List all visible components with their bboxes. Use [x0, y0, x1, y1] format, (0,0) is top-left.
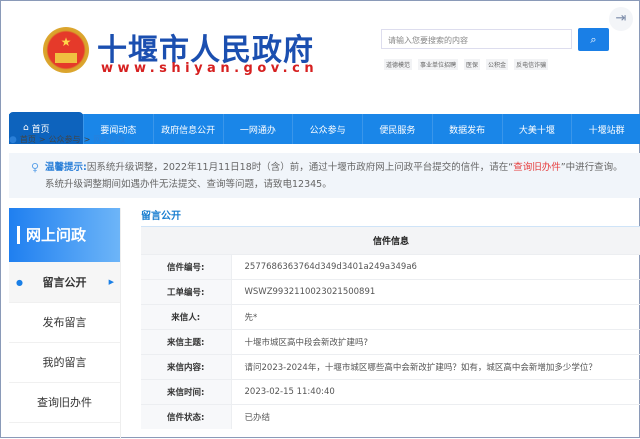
nav-item[interactable]: 一网通办 [222, 114, 293, 144]
nav-item[interactable]: 十堰站群 [571, 114, 640, 144]
table-title: 信件信息 [141, 227, 640, 254]
sidebar: 网上问政 ● 留言公开 ▶ 发布留言 我的留言 查询旧办件 [9, 208, 121, 439]
breadcrumb-item[interactable]: 首页 [20, 134, 36, 145]
row-label: 工单编号: [141, 278, 232, 304]
letter-info-table: 信件信息 信件编号: 2577686363764d349d3401a249a349… [141, 227, 640, 429]
table-row: 来信时间: 2023-02-15 11:40:40 [141, 378, 640, 404]
old-cases-link[interactable]: 查询旧办件 [513, 162, 561, 173]
nav-label: 首页 [31, 124, 50, 135]
row-label: 来信内容: [141, 353, 232, 379]
hot-word[interactable]: 医保 [464, 59, 481, 70]
hot-word[interactable]: 事业单位招聘 [418, 59, 459, 70]
site-url: www.shiyan.gov.cn [101, 61, 319, 76]
home-icon: ⌂ [23, 123, 32, 133]
sidebar-item-old-cases[interactable]: 查询旧办件 [9, 383, 120, 423]
table-row: 信件编号: 2577686363764d349d3401a249a349a6 [141, 253, 640, 279]
row-value: 十堰市城区高中段会新改扩建吗? [231, 328, 640, 354]
row-label: 信件编号: [141, 253, 232, 279]
nav-item[interactable]: 政府信息公开 [152, 114, 223, 144]
logout-icon[interactable]: ⇥ [609, 7, 633, 31]
search-button[interactable]: ⌕ [578, 28, 609, 51]
sidebar-item-label: 留言公开 [42, 276, 87, 289]
notice-text: 因系统升级调整，2022年11月11日18时（含）前，通过十堰市政府网上问政平台… [86, 162, 514, 173]
row-label: 信件状态: [141, 403, 232, 429]
table-row: 来信主题: 十堰市城区高中段会新改扩建吗? [141, 328, 640, 354]
hot-word[interactable]: 公积金 [486, 59, 509, 70]
table-row: 来信内容: 请问2023-2024年，十堰市城区哪些高中会新改扩建吗？如有，城区高… [141, 353, 640, 379]
sidebar-item-message-public[interactable]: ● 留言公开 ▶ [9, 262, 120, 303]
chevron-right-icon: ▶ [108, 278, 114, 286]
row-value: 先* [231, 303, 640, 329]
notice-box: ♀ 温馨提示:因系统升级调整，2022年11月11日18时（含）前，通过十堰市政… [9, 153, 640, 198]
notice-label: 温馨提示: [45, 162, 87, 173]
table-row: 工单编号: WSWZ993211002302150089​1 [141, 278, 640, 304]
sidebar-title: 网上问政 [9, 208, 120, 262]
row-value: 已办结 [231, 403, 640, 429]
table-row: 来信人: 先* [141, 303, 640, 329]
nav-item[interactable]: 大美十堰 [501, 114, 572, 144]
breadcrumb-separator: > [83, 135, 91, 144]
sidebar-item-my-messages[interactable]: 我的留言 [9, 343, 120, 383]
row-value: WSWZ993211002302150089​1 [231, 278, 640, 304]
row-value: 2023-02-15 11:40:40 [231, 378, 640, 404]
table-row: 信件状态: 已办结 [141, 403, 640, 429]
row-label: 来信主题: [141, 328, 232, 354]
breadcrumb-item[interactable]: 公众参与 [49, 134, 81, 145]
breadcrumb-separator: > [38, 135, 46, 144]
lightbulb-icon: ♀ [31, 161, 40, 174]
row-value: 请问2023-2024年，十堰市城区哪些高中会新改扩建吗？如有，城区高中会新增加… [231, 353, 640, 379]
hot-words: 道德模范 事业单位招聘 医保 公积金 反电信诈骗 [384, 59, 549, 70]
hot-word[interactable]: 道德模范 [384, 59, 413, 70]
location-pin-icon: ● [9, 134, 17, 145]
breadcrumb: ● 首页 > 公众参与 > 网上问政 [9, 134, 125, 145]
nav-item[interactable]: 数据发布 [431, 114, 502, 144]
bullet-icon: ● [16, 278, 23, 287]
row-label: 来信时间: [141, 378, 232, 404]
search-icon: ⌕ [590, 33, 597, 46]
row-value: 2577686363764d349d3401a249a349a6 [231, 253, 640, 279]
sidebar-title-text: 网上问政 [17, 226, 87, 244]
national-emblem-logo: ★ [43, 27, 89, 73]
hot-word[interactable]: 反电信诈骗 [514, 59, 549, 70]
search-input[interactable]: 请输入您要搜索的内容 [381, 29, 572, 49]
nav-item[interactable]: 便民服务 [362, 114, 432, 144]
sidebar-item-post-message[interactable]: 发布留言 [9, 303, 120, 343]
row-label: 来信人: [141, 303, 232, 329]
breadcrumb-item[interactable]: 网上问政 [93, 134, 125, 145]
nav-item[interactable]: 公众参与 [292, 114, 362, 144]
